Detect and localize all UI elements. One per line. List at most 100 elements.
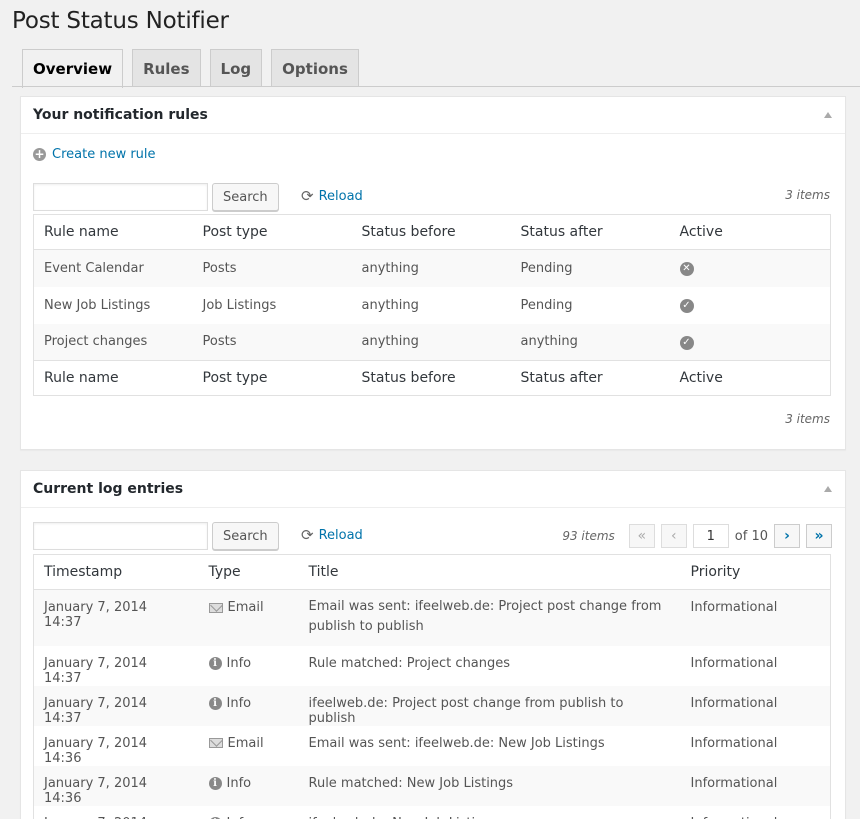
tab-bar: Overview Rules Log Options	[22, 49, 359, 88]
log-priority: Informational	[690, 775, 778, 791]
col-active[interactable]: Active	[669, 214, 831, 250]
table-row[interactable]: January 7, 2014 14:37 Email Email was se…	[33, 589, 831, 646]
log-title: Email was sent: ifeelweb.de: New Job Lis…	[308, 735, 605, 751]
rule-post-type: Posts	[202, 334, 237, 350]
collapse-toggle-icon[interactable]	[824, 486, 832, 492]
col-post-type[interactable]: Post type	[192, 360, 352, 396]
rules-search-button[interactable]: Search	[212, 183, 279, 211]
rules-search-input[interactable]	[33, 183, 208, 211]
tab-overview[interactable]: Overview	[22, 49, 124, 88]
log-timestamp: January 7, 2014 14:36	[44, 775, 148, 806]
prev-page-button[interactable]: ‹	[660, 524, 687, 548]
table-row[interactable]: January 7, 2014 14:36 Email Email was se…	[34, 726, 831, 766]
rules-box-header: Your notification rules	[21, 97, 845, 134]
col-title[interactable]: Title	[298, 554, 681, 590]
rule-status-after: Pending	[520, 260, 573, 276]
log-timestamp: January 7, 2014 14:36	[34, 806, 199, 819]
rules-box-title: Your notification rules	[33, 107, 208, 123]
table-row[interactable]: Event Calendar Posts anything Pending ✕	[33, 249, 831, 287]
log-type: Email	[199, 590, 299, 646]
page-title: Post Status Notifier	[12, 8, 229, 34]
log-table: Timestamp Type Title Priority January 7,…	[33, 554, 831, 819]
rule-name[interactable]: Project changes	[34, 324, 193, 361]
log-reload-link[interactable]: ⟳ Reload	[301, 526, 363, 544]
rule-post-type: Posts	[202, 260, 237, 276]
log-priority: Informational	[690, 695, 778, 711]
log-type: Email	[199, 726, 299, 766]
rule-active: ✓	[670, 324, 831, 361]
tab-rules[interactable]: Rules	[132, 49, 201, 87]
rules-table: Rule name Post type Status before Status…	[33, 214, 831, 396]
rule-name[interactable]: New Job Listings	[34, 287, 193, 324]
log-timestamp: January 7, 2014 14:37	[44, 695, 148, 726]
current-page-input[interactable]	[692, 524, 729, 548]
reload-icon: ⟳	[301, 187, 314, 205]
create-new-rule-label: Create new rule	[52, 147, 156, 162]
info-icon: i	[208, 776, 222, 790]
log-type-label: Info	[226, 775, 252, 791]
col-priority[interactable]: Priority	[680, 554, 831, 590]
rules-items-count-bottom: 3 items	[785, 412, 830, 426]
col-post-type[interactable]: Post type	[192, 214, 352, 250]
tab-options[interactable]: Options	[271, 49, 359, 87]
log-type: i Info	[199, 686, 299, 726]
rules-table-header: Rule name Post type Status before Status…	[33, 214, 831, 250]
log-search-input[interactable]	[33, 522, 208, 550]
rule-name[interactable]: Event Calendar	[34, 250, 193, 287]
log-type-label: Info	[226, 655, 252, 671]
rules-reload-link[interactable]: ⟳ Reload	[301, 187, 363, 205]
log-timestamp: January 7, 2014 14:36	[44, 735, 148, 766]
col-status-before[interactable]: Status before	[351, 214, 511, 250]
rules-reload-label: Reload	[318, 188, 363, 204]
info-icon: i	[208, 696, 222, 710]
col-timestamp[interactable]: Timestamp	[33, 554, 199, 590]
table-row[interactable]: January 7, 2014 14:37 i Info Rule matched…	[34, 646, 831, 686]
log-items-count: 93 items	[562, 529, 615, 543]
check-circle-icon: ✓	[679, 299, 694, 313]
col-status-after[interactable]: Status after	[510, 214, 670, 250]
col-rule-name[interactable]: Rule name	[33, 214, 193, 250]
col-rule-name[interactable]: Rule name	[33, 360, 193, 396]
reload-icon: ⟳	[301, 526, 314, 544]
log-type-label: Email	[227, 600, 264, 615]
next-page-button[interactable]: ›	[774, 524, 800, 548]
rule-status-before: anything	[361, 260, 419, 276]
table-row[interactable]: January 7, 2014 14:37 i Info ifeelweb.de:…	[33, 685, 831, 726]
rule-status-before: anything	[361, 334, 419, 350]
rule-status-before: anything	[361, 297, 419, 313]
log-title: Email was sent: ifeelweb.de: Project pos…	[308, 599, 662, 634]
log-box: Current log entries Search ⟳ Reload 93 i…	[20, 470, 846, 819]
log-timestamp: January 7, 2014 14:37	[44, 655, 148, 686]
table-row[interactable]: New Job Listings Job Listings anything P…	[34, 287, 831, 324]
tab-log[interactable]: Log	[209, 49, 263, 87]
plus-circle-icon: +	[33, 147, 46, 161]
col-active[interactable]: Active	[669, 360, 831, 396]
create-new-rule-link[interactable]: + Create new rule	[33, 147, 156, 162]
col-status-before[interactable]: Status before	[351, 360, 511, 396]
col-type[interactable]: Type	[198, 554, 299, 590]
info-icon: i	[208, 656, 222, 670]
first-page-button[interactable]: «	[628, 524, 655, 548]
log-priority: Informational	[690, 600, 778, 615]
log-type: i Info	[199, 646, 299, 686]
tab-divider	[12, 86, 860, 87]
table-row[interactable]: Project changes Posts anything anything …	[33, 323, 831, 361]
last-page-button[interactable]: »	[806, 524, 832, 548]
log-type-label: Email	[227, 735, 264, 751]
x-circle-icon: ✕	[679, 262, 694, 277]
rule-active: ✓	[670, 287, 831, 324]
log-search-button[interactable]: Search	[212, 522, 279, 550]
col-status-after[interactable]: Status after	[510, 360, 670, 396]
rule-active: ✕	[670, 250, 831, 287]
mail-icon	[208, 738, 223, 748]
collapse-toggle-icon[interactable]	[824, 112, 832, 118]
log-box-header: Current log entries	[21, 471, 845, 508]
log-priority: Informational	[681, 806, 831, 819]
rule-status-after: Pending	[520, 297, 573, 313]
pagination: 93 items « ‹ of 10 › »	[562, 524, 832, 548]
log-title: Rule matched: New Job Listings	[308, 775, 514, 791]
log-type-label: Info	[226, 695, 252, 711]
table-row[interactable]: January 7, 2014 14:36 iInfo ifeelweb.de:…	[34, 806, 831, 819]
table-row[interactable]: January 7, 2014 14:36 i Info Rule matched…	[33, 765, 831, 806]
rule-post-type: Job Listings	[202, 297, 277, 313]
